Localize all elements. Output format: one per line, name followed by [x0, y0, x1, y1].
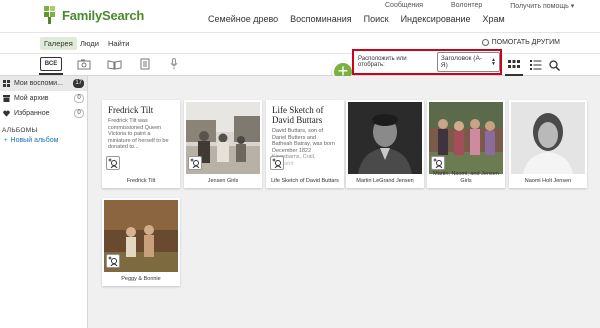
count-badge: 0 — [74, 109, 84, 118]
nav-temple[interactable]: Храм — [483, 14, 505, 24]
memory-card[interactable]: Martin LeGrand Jensen — [346, 100, 424, 188]
tag-person-button[interactable] — [106, 156, 120, 170]
memories-gallery: Fredrick Tilt Fredrick Tilt was commissi… — [88, 76, 600, 328]
filter-all-label: ВСЕ — [44, 61, 58, 67]
familysearch-logo[interactable]: FamilySearch — [42, 5, 144, 25]
grid-view-icon[interactable] — [508, 60, 520, 70]
sort-filter-box: Расположить или отобрать: Заголовок (А-Я… — [352, 49, 502, 75]
tag-person-icon — [108, 158, 118, 168]
tag-person-button[interactable] — [106, 254, 120, 268]
search-icon[interactable] — [549, 60, 560, 71]
help-circle-icon — [481, 39, 489, 46]
filter-documents-button[interactable] — [139, 57, 151, 71]
martin-portrait-photo — [348, 102, 422, 174]
sidebar-item-my-memories[interactable]: Мои воспоми... 17 — [0, 76, 87, 91]
heart-icon — [3, 110, 10, 117]
new-album-link[interactable]: + Новый альбом — [0, 137, 87, 144]
memory-card[interactable]: Naomi Holt Jensen — [509, 100, 587, 188]
memory-card[interactable]: Jensen Girls — [184, 100, 262, 188]
sidebar-item-label: Избранное — [14, 110, 50, 117]
memory-card[interactable]: Fredrick Tilt Fredrick Tilt was commissi… — [102, 100, 180, 188]
memory-card[interactable]: Martin, Naomi, and Jensen Girls — [427, 100, 505, 188]
photo-thumbnail — [511, 102, 585, 174]
tag-person-icon — [108, 256, 118, 266]
tab-gallery[interactable]: Галерея — [40, 37, 77, 50]
book-icon — [107, 59, 121, 70]
camera-icon — [77, 59, 91, 69]
messages-link[interactable]: Сообщения — [385, 2, 423, 10]
card-caption: Fredrick Tilt — [126, 177, 156, 184]
memories-sidebar: Мои воспоми... 17 Мой архив 0 Избранное … — [0, 76, 88, 328]
main-nav: Семейное древо Воспоминания Поиск Индекс… — [208, 14, 517, 24]
brand-name: FamilySearch — [62, 7, 145, 23]
sort-select[interactable]: Заголовок (А-Я) ▲ ▼ — [436, 52, 500, 72]
sidebar-item-label: Мои воспоми... — [14, 80, 63, 87]
card-caption: Life Sketch of David Buttars — [271, 177, 339, 184]
tag-person-button[interactable] — [270, 156, 284, 170]
tree-logo-icon — [44, 6, 55, 24]
list-view-icon[interactable] — [530, 60, 542, 70]
sort-selected-value: Заголовок (А-Я) — [440, 55, 482, 69]
filter-audio-button[interactable] — [169, 57, 179, 71]
new-album-plus-icon: + — [4, 137, 8, 144]
select-arrows-icon: ▲ ▼ — [491, 57, 496, 67]
filter-photos-button[interactable] — [76, 57, 92, 71]
help-others-link[interactable]: ПОМОГАТЬ ДРУГИМ — [481, 39, 560, 46]
tab-find[interactable]: Найти — [104, 37, 133, 50]
help-others-label: ПОМОГАТЬ ДРУГИМ — [491, 39, 560, 46]
tab-people[interactable]: Люди — [76, 37, 103, 50]
tag-person-icon — [190, 158, 200, 168]
memories-grid-icon — [3, 80, 10, 87]
nav-search[interactable]: Поиск — [364, 14, 389, 24]
photo-thumbnail — [348, 102, 422, 174]
card-caption: Naomi Holt Jensen — [524, 177, 572, 184]
filter-stories-button[interactable] — [106, 57, 122, 71]
card-caption: Martin, Naomi, and Jensen Girls — [433, 171, 499, 184]
memory-card[interactable]: Peggy & Bonnie — [102, 198, 180, 286]
top-header: FamilySearch Сообщения Волонтер Получить… — [0, 0, 600, 32]
sidebar-item-label: Мой архив — [14, 95, 49, 102]
count-badge: 0 — [74, 94, 84, 103]
memories-subnav: Галерея Люди Найти ПОМОГАТЬ ДРУГИМ — [0, 32, 600, 54]
albums-heading: АЛЬБОМЫ — [2, 127, 38, 134]
tag-person-button[interactable] — [431, 156, 445, 170]
sort-label: Расположить или отобрать: — [358, 56, 407, 68]
document-icon — [140, 58, 150, 70]
tag-person-icon — [272, 158, 282, 168]
nav-indexing[interactable]: Индексирование — [401, 14, 471, 24]
utility-links: Сообщения Волонтер Получить помощь ▾ — [385, 2, 574, 10]
nav-family-tree[interactable]: Семейное древо — [208, 14, 278, 24]
get-help-link[interactable]: Получить помощь ▾ — [510, 2, 574, 10]
sidebar-item-favorites[interactable]: Избранное 0 — [0, 106, 87, 121]
sidebar-item-my-archive[interactable]: Мой архив 0 — [0, 91, 87, 106]
document-title: Life Sketch of David Buttars — [272, 105, 324, 125]
volunteer-link[interactable]: Волонтер — [451, 2, 482, 10]
tag-person-icon — [433, 158, 443, 168]
card-caption: Martin LeGrand Jensen — [356, 177, 414, 184]
microphone-icon — [170, 58, 178, 70]
card-caption: Jensen Girls — [207, 177, 239, 184]
new-album-label: Новый альбом — [10, 137, 59, 144]
tag-person-button[interactable] — [188, 156, 202, 170]
document-title: Fredrick Tilt — [108, 105, 154, 115]
filter-all-button[interactable]: ВСЕ — [39, 57, 63, 75]
card-caption: Peggy & Bonnie — [121, 275, 161, 282]
document-excerpt: Fredrick Tilt was commissioned Queen Vic… — [108, 118, 169, 150]
count-badge: 17 — [73, 79, 84, 88]
naomi-portrait-photo — [511, 102, 585, 174]
archive-icon — [3, 95, 10, 102]
memory-card[interactable]: Life Sketch of David Buttars David Butta… — [266, 100, 344, 188]
nav-memories[interactable]: Воспоминания — [290, 14, 351, 24]
